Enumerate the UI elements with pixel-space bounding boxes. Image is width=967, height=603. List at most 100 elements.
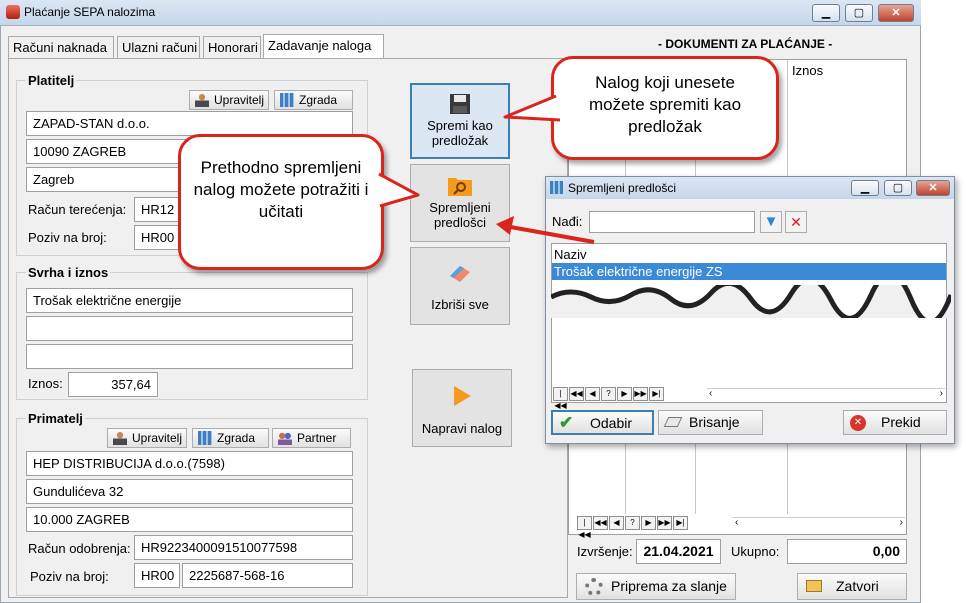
person-icon [195,93,209,107]
gear-icon [585,578,603,596]
window-title: Plaćanje SEPA nalozima [24,5,156,19]
svrha-label: Svrha i iznos [26,265,111,280]
brisanje-label: Brisanje [689,414,740,430]
primatelj-postal-field[interactable]: 10.000 ZAGREB [26,507,353,532]
racun-terecenja-label: Račun terećenja: [28,202,127,217]
dialog-grid-navigator[interactable]: |◀◀ ◀◀ ◀? ▶ ▶▶ ▶| [553,387,664,410]
svrha-line1-field[interactable]: Trošak električne energije [26,288,353,313]
predlosci-line2: predlošci [433,215,487,230]
close-button[interactable]: ✕ [878,4,914,22]
svrha-line3-field[interactable] [26,344,353,369]
scroll-right-icon[interactable]: › [900,517,903,528]
nav-last-icon[interactable]: ▶| [649,387,664,401]
tab-honorari[interactable]: Honorari [203,36,261,58]
primatelj-poziv-field[interactable]: 2225687-568-16 [182,563,353,588]
upravitelj-label: Upravitelj [214,93,265,107]
racun-odobrenja-field[interactable]: HR9223400091510077598 [134,535,353,560]
cancel-icon: ✕ [850,415,866,431]
dialog-minimize-button[interactable]: ▁ [851,180,879,196]
nav-next-page-icon[interactable]: ▶▶ [633,387,648,401]
nav-prev-icon[interactable]: ◀ [609,516,624,530]
nav-first-icon[interactable]: |◀◀ [553,387,568,410]
spremi-line2: predložak [431,133,489,148]
dialog-title: Spremljeni predlošci [568,181,677,195]
prekid-button[interactable]: ✕ Prekid [843,410,947,435]
partner-label: Partner [297,431,337,445]
odabir-button[interactable]: ✔ Odabir [551,410,654,435]
odabir-label: Odabir [590,415,633,431]
building-icon [550,181,563,194]
zatvori-label: Zatvori [836,578,879,594]
dialog-hscroll[interactable]: ‹ › [707,388,945,401]
nadi-search-input[interactable] [589,211,755,233]
nadi-label: Nađi: [552,214,583,229]
upravitelj-label: Upravitelj [132,431,183,445]
brisanje-button[interactable]: Brisanje [658,410,763,435]
scroll-right-icon[interactable]: › [940,388,943,399]
nav-first-icon[interactable]: |◀◀ [577,516,592,539]
eraser-icon [663,417,683,427]
nav-help-icon[interactable]: ? [601,387,616,401]
ukupno-label: Ukupno: [731,544,780,559]
documents-header: - DOKUMENTI ZA PLAĆANJE - [658,37,833,51]
iznos-field[interactable]: 357,64 [68,372,158,397]
scroll-left-icon[interactable]: ‹ [709,388,712,399]
nav-next-icon[interactable]: ▶ [617,387,632,401]
col-naziv-header: Naziv [554,247,587,262]
nav-next-icon[interactable]: ▶ [641,516,656,530]
napravi-nalog-button[interactable]: Napravi nalog [412,369,512,447]
platitelj-zgrada-button[interactable]: Zgrada [274,90,353,110]
tab-zadavanje-naloga[interactable]: Zadavanje naloga [263,34,384,58]
dialog-maximize-button[interactable]: ▢ [884,180,912,196]
platitelj-poziv-label: Poziv na broj: [28,230,107,245]
priprema-za-slanje-button[interactable]: Priprema za slanje [576,573,736,600]
nav-help-icon[interactable]: ? [625,516,640,530]
play-arrow-icon [454,386,471,406]
save-icon [450,94,470,114]
folder-search-icon [448,178,472,196]
building-icon [198,431,212,445]
filter-icon[interactable]: ▼ [760,211,782,233]
minimize-button[interactable]: ▁ [812,4,840,22]
nav-prev-page-icon[interactable]: ◀◀ [569,387,584,401]
checkmark-icon: ✔ [559,413,574,432]
primatelj-zgrada-button[interactable]: Zgrada [192,428,269,448]
svrha-line2-field[interactable] [26,316,353,341]
nav-last-icon[interactable]: ▶| [673,516,688,530]
scroll-left-icon[interactable]: ‹ [735,517,738,528]
predlozak-row[interactable]: Trošak električne energije ZS [552,263,946,280]
spremi-predlozak-button[interactable]: Spremi kao predložak [410,83,510,159]
callout-predlosci: Prethodno spremljeni nalog možete potraž… [178,134,384,270]
ukupno-field: 0,00 [787,539,907,564]
priprema-label: Priprema za slanje [611,578,727,594]
izbrisi-sve-button[interactable]: Izbriši sve [410,247,510,325]
building-icon [280,93,294,107]
nav-next-page-icon[interactable]: ▶▶ [657,516,672,530]
maximize-button[interactable]: ▢ [845,4,873,22]
nav-prev-icon[interactable]: ◀ [585,387,600,401]
platitelj-label: Platitelj [26,73,77,88]
platitelj-name-field[interactable]: ZAPAD-STAN d.o.o. [26,111,353,136]
tab-racuni-naknada[interactable]: Računi naknada [8,36,114,58]
dialog-close-button[interactable]: ✕ [916,180,950,196]
clear-filter-icon[interactable]: ✕ [785,211,807,233]
izvrsenje-label: Izvršenje: [577,544,633,559]
primatelj-poziv-model-field[interactable]: HR00 [134,563,180,588]
eraser-icon [450,266,470,282]
zatvori-button[interactable]: Zatvori [797,573,907,600]
app-icon [6,5,20,19]
primatelj-upravitelj-button[interactable]: Upravitelj [107,428,188,448]
primatelj-street-field[interactable]: Gundulićeva 32 [26,479,353,504]
documents-grid-navigator[interactable]: |◀◀ ◀◀ ◀? ▶ ▶▶ ▶| [577,516,688,539]
napravi-label: Napravi nalog [421,421,503,436]
tab-ulazni-racuni[interactable]: Ulazni računi [117,36,200,58]
spremljeni-predlosci-button[interactable]: Spremljeni predlošci [410,164,510,242]
platitelj-upravitelj-button[interactable]: Upravitelj [189,90,270,110]
primatelj-name-field[interactable]: HEP DISTRIBUCIJA d.o.o.(7598) [26,451,353,476]
documents-hscroll[interactable]: ‹ › [733,517,905,530]
nav-prev-page-icon[interactable]: ◀◀ [593,516,608,530]
folder-icon [806,580,822,592]
predlosci-grid-lower [551,318,947,386]
primatelj-partner-button[interactable]: Partner [272,428,351,448]
izvrsenje-date-field[interactable]: 21.04.2021 [636,539,721,564]
